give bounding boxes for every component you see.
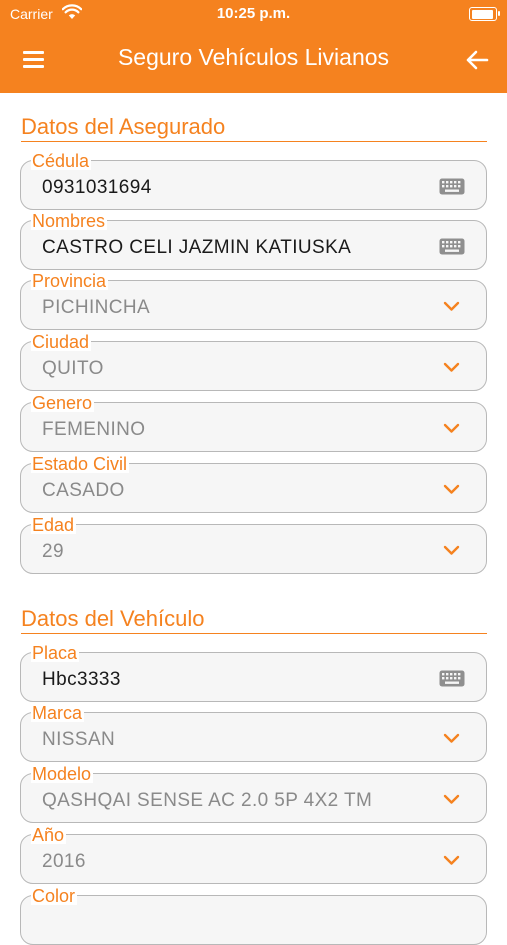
- chevron-down-icon: [443, 484, 460, 494]
- nombres-field[interactable]: Nombres CASTRO CELI JAZMIN KATIUSKA: [20, 212, 487, 270]
- placa-label: Placa: [31, 643, 80, 663]
- estado-civil-select[interactable]: Estado Civil CASADO: [20, 455, 487, 513]
- ciudad-label: Ciudad: [31, 332, 92, 352]
- chevron-down-icon: [443, 794, 460, 804]
- estado-civil-label: Estado Civil: [31, 454, 130, 474]
- chevron-down-icon: [443, 362, 460, 372]
- chevron-down-icon: [443, 733, 460, 743]
- modelo-label: Modelo: [31, 764, 94, 784]
- chevron-down-icon: [443, 855, 460, 865]
- anio-value: 2016: [42, 851, 86, 872]
- modelo-value: QASHQAI SENSE AC 2.0 5P 4X2 TM: [42, 790, 373, 811]
- color-label: Color: [31, 886, 78, 906]
- status-bar: Carrier 10:25 p.m.: [0, 0, 507, 30]
- edad-select[interactable]: Edad 29: [20, 516, 487, 574]
- provincia-value: PICHINCHA: [42, 297, 151, 318]
- genero-value: FEMENINO: [42, 419, 146, 440]
- edad-value: 29: [42, 541, 64, 562]
- section-title-vehiculo: Datos del Vehículo: [21, 606, 487, 634]
- nombres-label: Nombres: [31, 211, 108, 231]
- keyboard-icon: [439, 178, 465, 195]
- arrow-left-icon[interactable]: [461, 44, 493, 76]
- keyboard-icon: [439, 670, 465, 687]
- anio-label: Año: [31, 825, 67, 845]
- cedula-value: 0931031694: [42, 177, 152, 198]
- chevron-down-icon: [443, 545, 460, 555]
- chevron-down-icon: [443, 301, 460, 311]
- battery-icon: [469, 7, 500, 21]
- marca-value: NISSAN: [42, 729, 116, 750]
- provincia-label: Provincia: [31, 271, 109, 291]
- provincia-select[interactable]: Provincia PICHINCHA: [20, 272, 487, 330]
- app-bar: Carrier 10:25 p.m. Seguro Vehículos Livi…: [0, 0, 507, 93]
- keyboard-icon: [439, 238, 465, 255]
- page-title: Seguro Vehículos Livianos: [117, 44, 390, 70]
- genero-select[interactable]: Genero FEMENINO: [20, 394, 487, 452]
- marca-select[interactable]: Marca NISSAN: [20, 704, 487, 762]
- section-title-asegurado: Datos del Asegurado: [21, 114, 487, 142]
- placa-value: Hbc3333: [42, 669, 121, 690]
- nombres-value: CASTRO CELI JAZMIN KATIUSKA: [42, 237, 352, 258]
- estado-civil-value: CASADO: [42, 480, 125, 501]
- modelo-select[interactable]: Modelo QASHQAI SENSE AC 2.0 5P 4X2 TM: [20, 765, 487, 823]
- color-select[interactable]: Color: [20, 887, 487, 945]
- edad-label: Edad: [31, 515, 77, 535]
- ciudad-value: QUITO: [42, 358, 104, 379]
- clock: 10:25 p.m.: [216, 5, 291, 22]
- anio-select[interactable]: Año 2016: [20, 826, 487, 884]
- placa-field[interactable]: Placa Hbc3333: [20, 644, 487, 702]
- marca-label: Marca: [31, 703, 85, 723]
- ciudad-select[interactable]: Ciudad QUITO: [20, 333, 487, 391]
- cedula-field[interactable]: Cédula 0931031694: [20, 152, 487, 210]
- cedula-label: Cédula: [31, 151, 92, 171]
- genero-label: Genero: [31, 393, 95, 413]
- chevron-down-icon: [443, 423, 460, 433]
